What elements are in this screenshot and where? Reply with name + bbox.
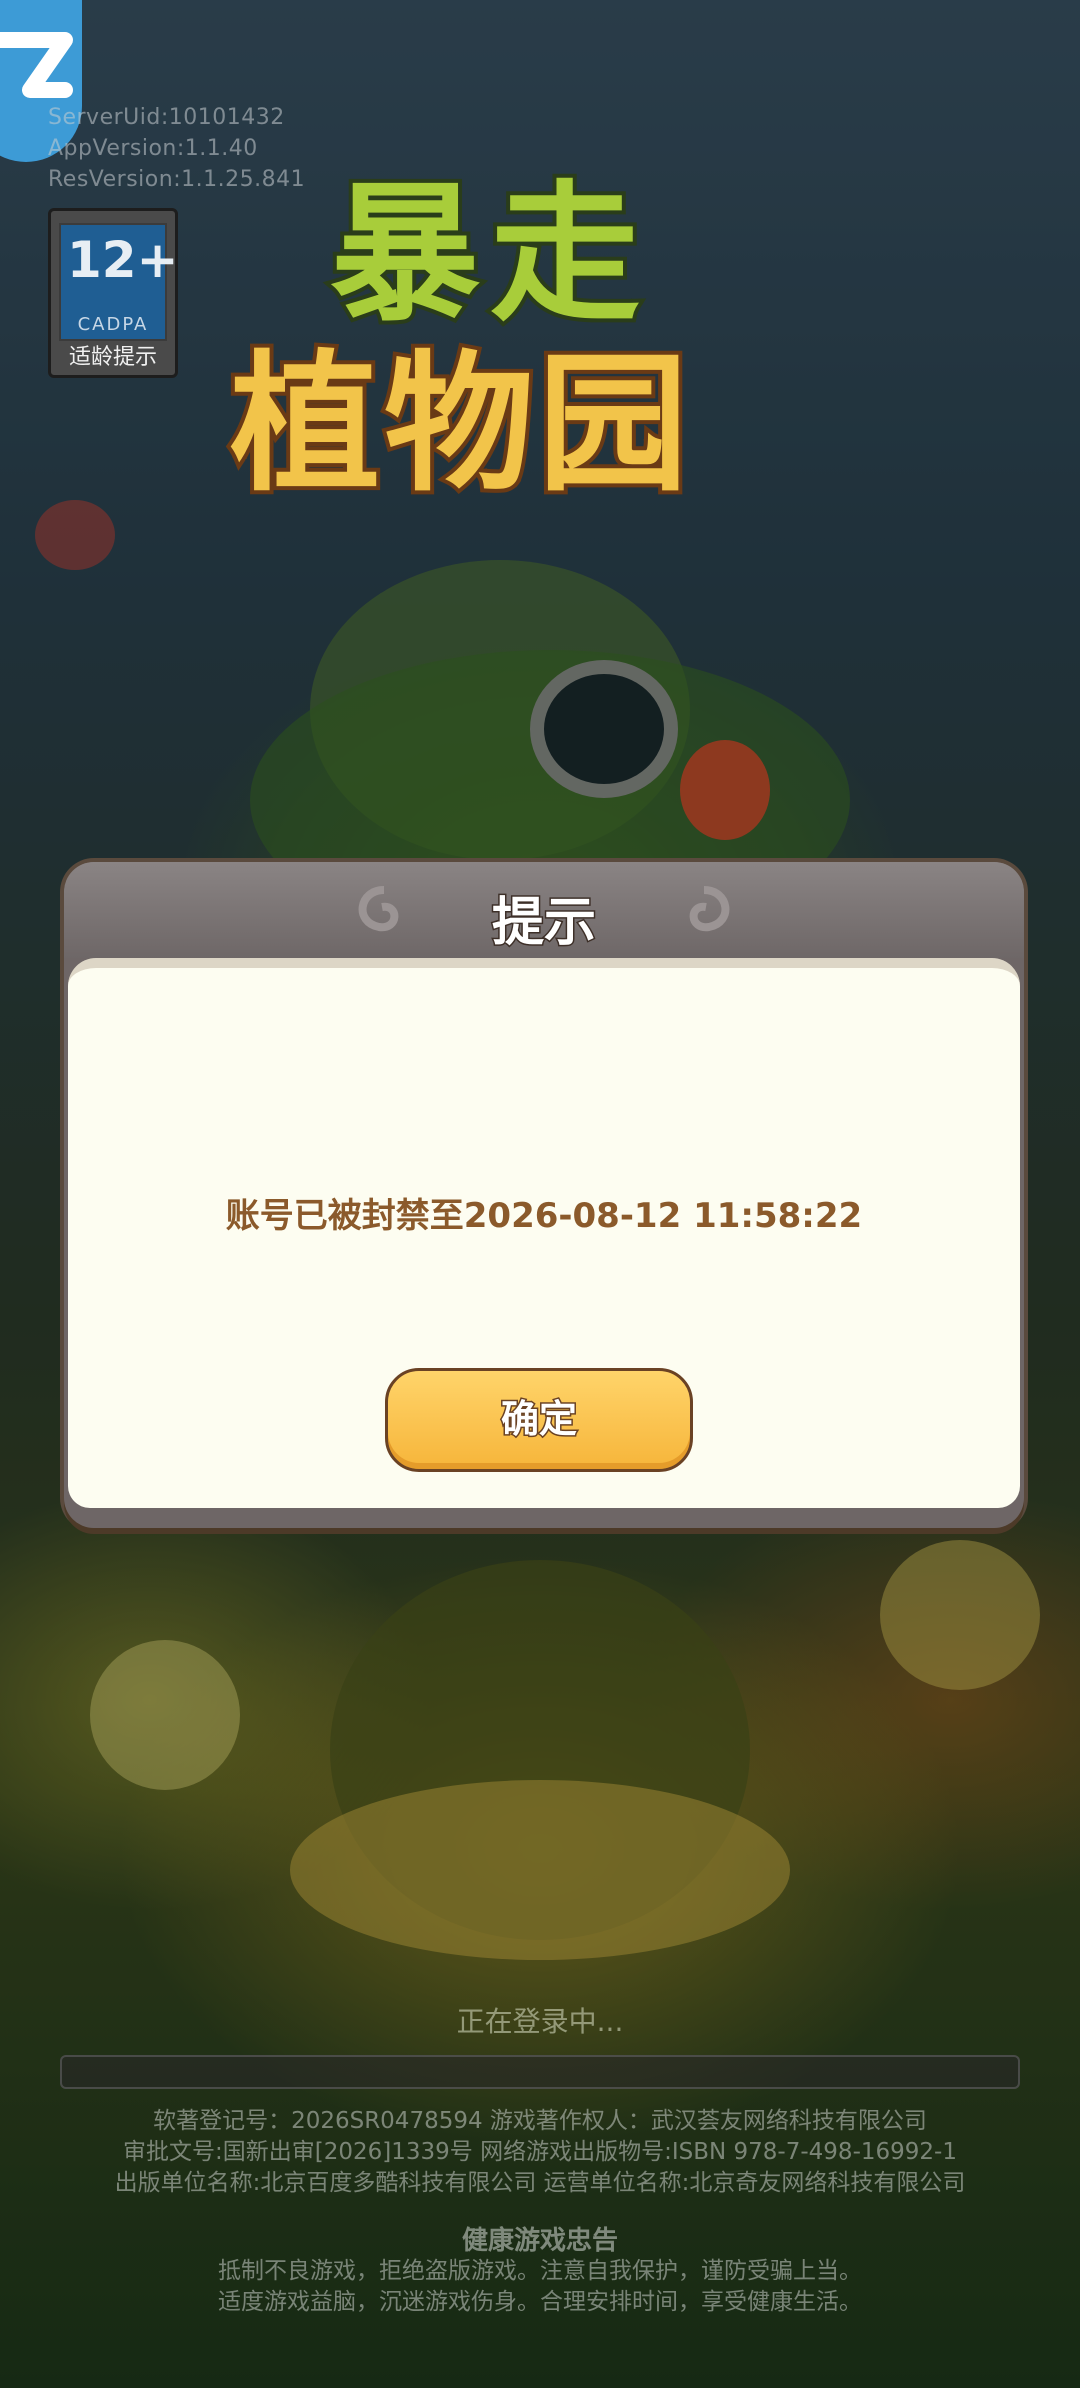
logo-title-line2: 植物园: [226, 338, 693, 512]
health-advice-line-1: 抵制不良游戏，拒绝盗版游戏。注意自我保护，谨防受骗上当。: [218, 2258, 862, 2284]
legal-line-2: 审批文号:国新出审[2026]1339号 网络游戏出版物号:ISBN 978-7…: [123, 2139, 957, 2165]
age-rating-badge[interactable]: 12+ CADPA 适龄提示: [48, 208, 178, 378]
confirm-button[interactable]: 确定: [385, 1368, 693, 1472]
age-rating-number: 12+: [67, 231, 179, 289]
server-uid-text: ServerUid:10101432: [48, 105, 285, 130]
loading-status: 正在登录中...: [456, 2005, 624, 2038]
health-advice-title: 健康游戏忠告: [461, 2226, 618, 2256]
dialog-header: 提示: [64, 862, 1024, 958]
legal-line-3: 出版单位名称:北京百度多酷科技有限公司 运营单位名称:北京奇友网络科技有限公司: [114, 2170, 966, 2196]
legal-line-1: 软著登记号：2026SR0478594 游戏著作权人：武汉荟友网络科技有限公司: [153, 2108, 927, 2134]
age-rating-org: CADPA: [77, 314, 149, 335]
age-rating-label: 适龄提示: [68, 345, 157, 370]
logo-title-line1: 暴走: [326, 168, 651, 342]
age-rating-panel: 12+ CADPA: [59, 223, 178, 341]
dialog-title: 提示: [490, 892, 597, 955]
loading-progress-bar: [60, 2055, 1020, 2089]
ban-message: 账号已被封禁至2026-08-12 11:58:22: [225, 1196, 863, 1236]
health-advice-line-2: 适度游戏益脑，沉迷游戏伤身。合理安排时间，享受健康生活。: [218, 2289, 862, 2315]
game-logo: 暴走 植物园: [220, 150, 900, 560]
